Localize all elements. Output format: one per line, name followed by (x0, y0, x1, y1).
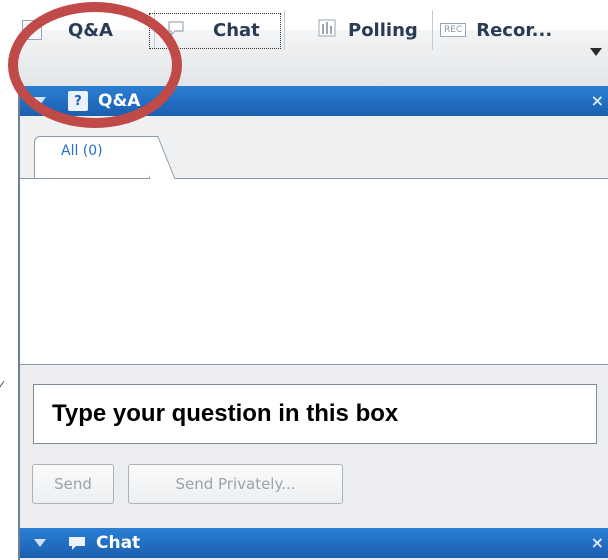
polling-icon (318, 19, 336, 42)
send-privately-button[interactable]: Send Privately... (128, 464, 343, 504)
chat-panel-header[interactable]: Chat × (20, 528, 608, 558)
tab-polling[interactable]: Polling (290, 10, 433, 50)
question-input-text: Type your question in this box (52, 400, 399, 427)
chat-panel-title: Chat (96, 533, 141, 553)
question-list (20, 179, 608, 365)
send-button-label: Send (54, 475, 92, 493)
tab-polling-label: Polling (348, 19, 418, 41)
tab-recorder-label: Recor... (476, 19, 553, 41)
subtab-all[interactable]: All (0) (34, 136, 150, 178)
record-icon: REC (440, 23, 467, 37)
tab-recorder[interactable]: REC Recor... (440, 10, 575, 50)
tab-overflow-dropdown-icon[interactable] (590, 48, 602, 56)
collapse-triangle-icon[interactable] (34, 539, 46, 547)
subtab-all-label: All (0) (61, 143, 103, 159)
annotation-highlight-circle (8, 2, 182, 128)
annotation-stroke (0, 380, 10, 394)
send-button[interactable]: Send (32, 464, 114, 504)
close-icon[interactable]: × (591, 533, 604, 552)
chat-bubble-icon (68, 535, 86, 551)
question-input[interactable]: Type your question in this box (33, 384, 597, 444)
send-privately-button-label: Send Privately... (175, 475, 296, 493)
close-icon[interactable]: × (591, 91, 604, 110)
